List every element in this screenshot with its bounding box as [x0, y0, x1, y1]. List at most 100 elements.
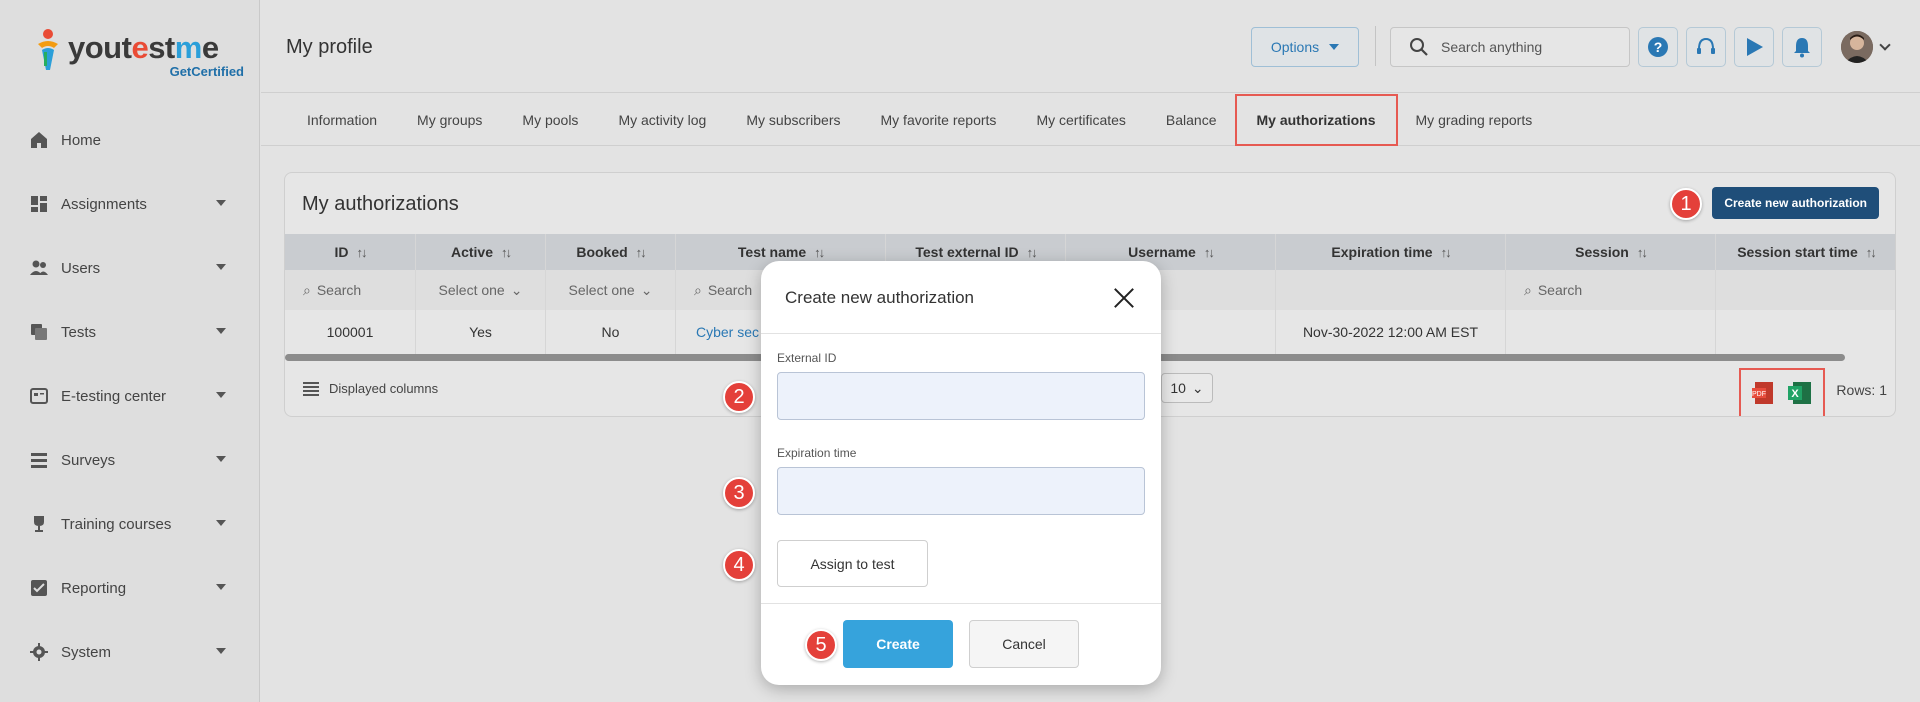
sidebar-item-label: System — [61, 643, 112, 661]
sort-icon: ↑↓ — [1440, 244, 1452, 260]
step-badge: 4 — [723, 549, 755, 581]
id-filter-input[interactable]: ⌕ Search — [285, 270, 416, 310]
sidebar: youtestme GetCertified Home Assignments … — [0, 0, 260, 702]
sort-icon: ↑↓ — [1636, 244, 1648, 260]
sort-icon: ↑↓ — [635, 244, 647, 260]
column-header-booked[interactable]: Booked ↑↓ — [546, 234, 676, 270]
users-icon — [30, 260, 48, 275]
tab-my-activity-log[interactable]: My activity log — [598, 94, 726, 146]
sidebar-item-label: Reporting — [61, 579, 127, 597]
sort-icon: ↑↓ — [356, 244, 368, 260]
sidebar-item-label: Assignments — [61, 195, 147, 213]
sort-icon: ↑↓ — [1203, 244, 1215, 260]
global-search-input[interactable]: Search anything — [1390, 27, 1630, 67]
play-button[interactable] — [1734, 27, 1774, 67]
session-filter-input[interactable]: ⌕ Search — [1506, 270, 1716, 310]
user-avatar-icon — [1841, 31, 1873, 63]
sidebar-item-label: Users — [61, 259, 101, 277]
cancel-button[interactable]: Cancel — [969, 620, 1079, 668]
step-badge: 3 — [723, 477, 755, 509]
pdf-export-icon[interactable]: PDF — [1751, 380, 1777, 406]
tab-balance[interactable]: Balance — [1146, 94, 1237, 146]
page-size-select[interactable]: 10 ⌄ — [1161, 373, 1213, 403]
options-button[interactable]: Options — [1251, 27, 1359, 67]
sidebar-item-tests[interactable]: Tests — [0, 300, 260, 364]
create-button[interactable]: Create — [843, 620, 953, 668]
help-icon: ? — [1648, 37, 1668, 57]
tab-my-grading-reports[interactable]: My grading reports — [1396, 94, 1553, 146]
tab-my-groups[interactable]: My groups — [397, 94, 502, 146]
session-start-filter — [1716, 270, 1895, 310]
external-id-field[interactable] — [777, 372, 1145, 420]
column-header-id[interactable]: ID ↑↓ — [285, 234, 416, 270]
tab-my-certificates[interactable]: My certificates — [1016, 94, 1145, 146]
chevron-down-icon — [216, 648, 226, 654]
chevron-down-icon — [216, 520, 226, 526]
tab-information[interactable]: Information — [287, 94, 397, 146]
sidebar-item-label: E-testing center — [61, 387, 167, 405]
tab-my-subscribers[interactable]: My subscribers — [726, 94, 860, 146]
sidebar-item-home[interactable]: Home — [0, 108, 260, 172]
svg-text:PDF: PDF — [1752, 391, 1766, 398]
logo-wordmark: youtestme — [68, 30, 219, 65]
assignments-icon — [31, 196, 47, 212]
help-button[interactable]: ? — [1638, 27, 1678, 67]
youtestme-logo[interactable]: youtestme GetCertified — [34, 24, 244, 84]
column-header-session-start-time[interactable]: Session start time ↑↓ — [1716, 234, 1895, 270]
sidebar-item-training-courses[interactable]: Training courses — [0, 492, 260, 556]
active-filter-select[interactable]: Select one ⌄ — [416, 270, 546, 310]
tab-my-pools[interactable]: My pools — [502, 94, 598, 146]
column-header-active[interactable]: Active ↑↓ — [416, 234, 546, 270]
chevron-down-icon: ⌄ — [1191, 379, 1204, 396]
expiration-time-label: Expiration time — [777, 446, 857, 460]
sidebar-item-e-testing-center[interactable]: E-testing center — [0, 364, 260, 428]
trophy-icon — [34, 516, 44, 532]
profile-tabs: Information My groups My pools My activi… — [261, 94, 1920, 146]
export-buttons-group: PDF X — [1739, 368, 1825, 416]
displayed-columns-button[interactable]: Displayed columns — [303, 381, 438, 396]
sort-icon: ↑↓ — [814, 244, 825, 260]
divider — [761, 603, 1161, 604]
play-icon — [1747, 38, 1763, 56]
cell-active: Yes — [416, 310, 546, 354]
sidebar-item-reporting[interactable]: Reporting — [0, 556, 260, 620]
column-header-expiration-time[interactable]: Expiration time ↑↓ — [1276, 234, 1506, 270]
search-icon: ⌕ — [1524, 281, 1532, 298]
sidebar-item-system[interactable]: System — [0, 620, 260, 684]
step-badge: 2 — [723, 381, 755, 413]
tab-my-authorizations[interactable]: My authorizations — [1234, 94, 1398, 146]
sidebar-item-surveys[interactable]: Surveys — [0, 428, 260, 492]
sidebar-nav: Home Assignments Users Tests E-testing c… — [0, 108, 260, 684]
avatar[interactable] — [1841, 31, 1873, 63]
card-title: My authorizations — [302, 193, 459, 215]
tests-icon — [31, 324, 47, 340]
header-divider — [1375, 26, 1376, 66]
cell-session — [1506, 310, 1716, 354]
chevron-down-icon — [216, 584, 226, 590]
assign-to-test-button[interactable]: Assign to test — [777, 540, 928, 587]
chevron-down-icon — [216, 264, 226, 270]
chevron-down-icon — [216, 392, 226, 398]
column-header-session[interactable]: Session ↑↓ — [1506, 234, 1716, 270]
dialog-title: Create new authorization — [785, 288, 975, 307]
create-authorization-dialog: Create new authorization External ID Exp… — [761, 261, 1161, 685]
expiration-time-field[interactable] — [777, 467, 1145, 515]
support-button[interactable] — [1686, 27, 1726, 67]
close-icon[interactable] — [1113, 287, 1135, 309]
booked-filter-select[interactable]: Select one ⌄ — [546, 270, 676, 310]
excel-export-icon[interactable]: X — [1787, 380, 1813, 406]
sort-icon: ↑↓ — [501, 244, 512, 260]
sidebar-item-users[interactable]: Users — [0, 236, 260, 300]
options-label: Options — [1270, 39, 1320, 55]
step-badge: 1 — [1670, 188, 1702, 220]
tab-my-favorite-reports[interactable]: My favorite reports — [861, 94, 1017, 146]
sidebar-item-assignments[interactable]: Assignments — [0, 172, 260, 236]
chevron-down-icon[interactable] — [1879, 39, 1891, 51]
notifications-button[interactable] — [1782, 27, 1822, 67]
rows-count: Rows: 1 — [1836, 382, 1887, 398]
chevron-down-icon — [216, 328, 226, 334]
create-new-authorization-button[interactable]: Create new authorization — [1712, 187, 1879, 219]
search-icon: ⌕ — [694, 281, 702, 298]
search-placeholder: Search anything — [1441, 39, 1543, 55]
gear-icon — [30, 643, 48, 661]
